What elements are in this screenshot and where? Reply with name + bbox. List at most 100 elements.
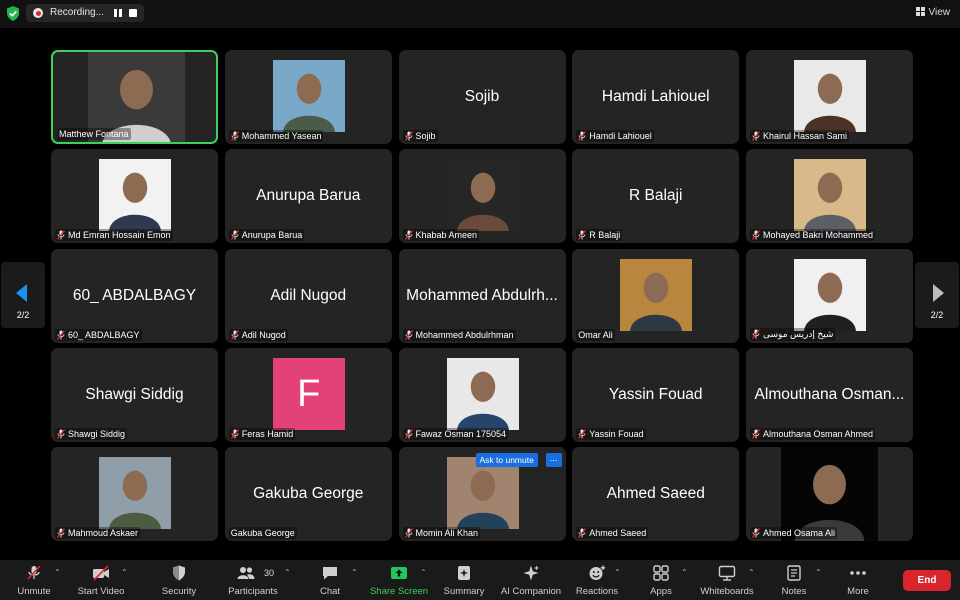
whiteboard-icon <box>718 565 736 581</box>
notes-options-caret-icon[interactable]: ⌃ <box>815 568 822 577</box>
participant-tile[interactable]: Hamdi Lahiouel Hamdi Lahiouel <box>572 50 740 144</box>
unmute-button[interactable]: Unmute <box>10 560 58 600</box>
view-button[interactable]: View <box>915 7 950 18</box>
participant-name: Hamdi Lahiouel <box>589 131 652 141</box>
participant-display-name: 60_ ABDALBAGY <box>72 286 197 304</box>
participant-name-label: Momin Ali Khan <box>402 527 481 539</box>
end-meeting-button[interactable]: End <box>903 570 951 591</box>
participant-name: Shawgi Siddig <box>68 428 126 439</box>
participant-video-photo <box>794 258 866 331</box>
unmute-label: Unmute <box>17 586 51 597</box>
whiteboards-label: Whiteboards <box>700 586 754 597</box>
start-video-button[interactable]: Start Video <box>72 560 130 600</box>
audio-options-caret-icon[interactable]: ⌃ <box>54 568 61 577</box>
reactions-options-caret-icon[interactable]: ⌃ <box>614 568 621 577</box>
whiteboards-button[interactable]: Whiteboards <box>698 560 756 600</box>
participant-name-label: Adil Nugod <box>228 328 288 341</box>
participant-display-name: Gakuba George <box>253 485 364 502</box>
participant-tile[interactable]: Md Emran Hossain Emon <box>51 149 218 244</box>
participant-tile[interactable]: Mohammed Yasean <box>224 50 392 144</box>
participant-tile[interactable]: Omar Ali <box>572 248 740 343</box>
participant-tile[interactable]: شيخ إدريس موسى <box>746 248 913 343</box>
share-screen-button[interactable]: Share Screen <box>368 560 430 600</box>
chat-bubble-icon <box>323 567 337 580</box>
participant-name: Mohammed Yasean <box>241 131 322 141</box>
participants-options-caret-icon[interactable]: ⌃ <box>284 568 291 577</box>
notes-button[interactable]: Notes <box>772 560 816 600</box>
participant-tile[interactable]: Anurupa Barua Anurupa Barua <box>224 149 392 244</box>
muted-mic-icon <box>578 528 587 538</box>
share-options-caret-icon[interactable]: ⌃ <box>420 568 427 577</box>
participant-tile[interactable]: R Balaji R Balaji <box>572 149 740 244</box>
participant-display-name: Adil Nugod <box>270 286 347 304</box>
participant-name-label: 60_ ABDALBAGY <box>55 328 142 341</box>
participant-tile[interactable]: Ahmed Osama Ali <box>746 447 913 541</box>
participant-name: 60_ ABDALBAGY <box>68 329 140 340</box>
security-button[interactable]: Security <box>155 560 203 600</box>
muted-mic-icon <box>578 131 587 141</box>
participant-tile[interactable]: Khabab Ameen <box>398 149 566 244</box>
participant-tile[interactable]: Khairul Hassan Sami <box>746 50 913 144</box>
muted-mic-icon <box>404 230 413 241</box>
chat-button[interactable]: Chat <box>308 560 352 600</box>
participant-name: Fawaz Osman 175054 <box>415 428 507 439</box>
pause-recording-icon[interactable] <box>114 9 122 17</box>
muted-mic-icon <box>752 329 760 339</box>
next-page-button[interactable]: 2/2 <box>915 262 959 328</box>
page-indicator-left: 2/2 <box>16 310 30 320</box>
video-options-caret-icon[interactable]: ⌃ <box>121 568 128 577</box>
previous-page-button[interactable]: 2/2 <box>1 262 45 328</box>
participant-tile[interactable]: Gakuba George Gakuba George <box>224 447 392 541</box>
ask-to-unmute-button[interactable]: Ask to unmute <box>475 453 538 467</box>
summary-button[interactable]: Summary <box>440 560 488 600</box>
participant-more-options-button[interactable]: ... <box>545 453 562 467</box>
participant-tile[interactable]: Shawgi Siddig Shawgi Siddig <box>51 347 218 442</box>
participant-name-label: Ahmed Saeed <box>576 527 649 539</box>
notes-label: Notes <box>781 586 807 597</box>
participant-video-photo <box>272 60 345 132</box>
participant-tile[interactable]: Matthew Fontana <box>51 50 218 144</box>
apps-icon <box>653 565 669 581</box>
participant-tile[interactable]: Adil Nugod Adil Nugod <box>224 248 392 343</box>
apps-button[interactable]: Apps <box>640 560 682 600</box>
summary-icon <box>458 566 470 580</box>
more-button[interactable]: More <box>836 560 880 600</box>
participant-tile[interactable]: 60_ ABDALBAGY 60_ ABDALBAGY <box>51 248 218 343</box>
participants-label: Participants <box>228 586 278 597</box>
participant-tile[interactable]: Almouthana Osman... Almouthana Osman Ahme… <box>746 347 913 442</box>
participant-tile[interactable]: Fawaz Osman 175054 <box>398 347 566 442</box>
chat-options-caret-icon[interactable]: ⌃ <box>351 568 358 577</box>
participant-name: Ahmed Osama Ali <box>763 528 836 538</box>
meeting-toolbar: Unmute ⌃ Start Video ⌃ Security 30 Parti… <box>0 560 960 600</box>
reactions-label: Reactions <box>575 586 619 597</box>
whiteboards-options-caret-icon[interactable]: ⌃ <box>748 568 755 577</box>
participants-count: 30 <box>264 568 275 578</box>
share-screen-icon <box>391 567 407 579</box>
participant-tile[interactable]: Mohayed Bakri Mohammed <box>746 149 913 244</box>
participant-tile[interactable]: Yassin Fouad Yassin Fouad <box>572 347 740 442</box>
participant-video-photo <box>620 258 693 331</box>
muted-mic-icon <box>230 131 239 141</box>
participants-button[interactable]: 30 Participants <box>225 560 281 600</box>
participant-tile[interactable]: Sojib Sojib <box>398 50 566 144</box>
stop-recording-icon[interactable] <box>129 9 137 17</box>
participant-name: Md Emran Hossain Emon <box>68 230 171 241</box>
participant-tile[interactable]: F Feras Hamid <box>224 347 392 442</box>
muted-microphone-icon <box>27 565 41 580</box>
participant-tile[interactable]: Mohammed Abdulrh... Mohammed Abdulrhman <box>398 248 566 343</box>
muted-mic-icon <box>404 329 413 340</box>
participant-display-name: Ahmed Saeed <box>606 485 705 502</box>
shield-check-icon[interactable] <box>6 6 20 21</box>
reactions-button[interactable]: Reactions <box>572 560 622 600</box>
participant-name-label: Almouthana Osman Ahmed <box>750 427 876 440</box>
participant-tile[interactable]: Ask to unmute... Momin Ali Khan <box>398 447 566 541</box>
ai-companion-button[interactable]: AI Companion <box>497 560 565 600</box>
participant-display-name: Mohammed Abdulrh... <box>406 286 558 304</box>
notes-icon <box>787 565 801 581</box>
apps-options-caret-icon[interactable]: ⌃ <box>681 568 688 577</box>
participant-display-name: Hamdi Lahiouel <box>601 88 710 105</box>
muted-mic-icon <box>752 428 760 439</box>
participant-tile[interactable]: Mahmoud Askaer <box>51 447 218 541</box>
participant-tile[interactable]: Ahmed Saeed Ahmed Saeed <box>572 447 740 541</box>
participant-name-label: Matthew Fontana <box>57 128 131 140</box>
